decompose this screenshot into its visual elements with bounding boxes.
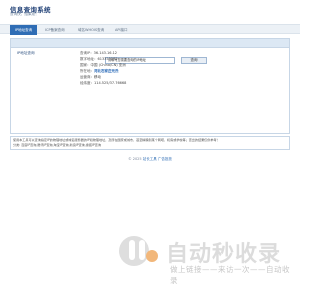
description-categories: 分类: 百度IP查询,腾讯IP查询,淘宝IP查询,新浪IP查询,搜狐IP查询 — [13, 143, 101, 147]
footer-link-tools[interactable]: 站长工具 — [143, 157, 157, 161]
nav-ip-query[interactable]: IP地址查询 — [10, 25, 38, 35]
result-row: 经纬度：114.525/37.76668 — [80, 81, 127, 85]
footer-link-ads[interactable]: 广告投放 — [158, 157, 172, 161]
watermark: 自动秒收录 做上链接——来访一次——自动收录 — [118, 232, 294, 285]
site-subtitle: 查询快，结果准！ — [10, 12, 39, 16]
nav-whois-query[interactable]: 域名WHOIS查询 — [73, 25, 109, 35]
nav-api[interactable]: API接口 — [110, 25, 133, 35]
result-info: 查询IP：36.143.16.12 数字地址：613355532 国家：中国 (… — [80, 50, 250, 86]
panel-title: IP地址查询 — [17, 51, 35, 55]
panel-header: IP地址查询 — [11, 39, 289, 55]
navbar: IP地址查询 ICP备案查询 域名WHOIS查询 API接口 — [0, 24, 300, 35]
footer: © 2025 站长工具 广告投放 — [0, 157, 300, 162]
watermark-logo-icon — [119, 236, 158, 266]
nav-icp-query[interactable]: ICP备案查询 — [40, 25, 70, 35]
description-box: 使用本工具可以查询指定IP的物理地址或域名服务器的IP和物理地址，及所在国家或城… — [10, 136, 290, 150]
watermark-subtext: 做上链接——来访一次——自动收录 — [170, 265, 290, 285]
header: 信息查询系统 查询快，结果准！ — [0, 0, 300, 22]
copyright-text: © 2025 — [128, 157, 142, 161]
